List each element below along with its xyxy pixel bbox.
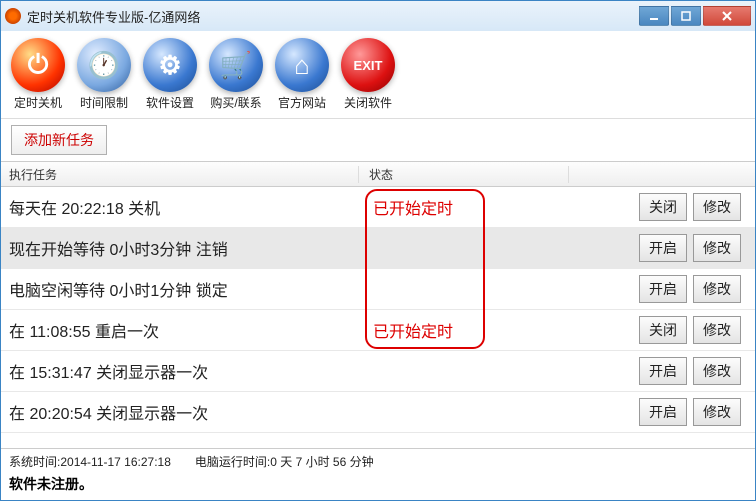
main-toolbar: ⏻ 定时关机 🕐 时间限制 ⚙ 软件设置 🛒 购买/联系 ⌂ 官方网站 EXIT 关闭软件 [1, 31, 755, 119]
tool-settings[interactable]: ⚙ 软件设置 [143, 38, 197, 111]
tool-label: 定时关机 [14, 94, 62, 111]
action-cell: 关闭修改 [569, 316, 755, 344]
register-status: 软件未注册。 [9, 474, 747, 494]
titlebar[interactable]: 定时关机软件专业版-亿通网络 [1, 1, 755, 31]
modify-button[interactable]: 修改 [693, 316, 741, 344]
table-row[interactable]: 现在开始等待 0小时3分钟 注销 开启修改 [1, 228, 755, 269]
action-cell: 关闭修改 [569, 193, 755, 221]
add-task-button[interactable]: 添加新任务 [11, 125, 107, 155]
home-icon: ⌂ [275, 38, 329, 92]
tool-label: 官方网站 [278, 94, 326, 111]
modify-button[interactable]: 修改 [693, 357, 741, 385]
table-row[interactable]: 在 15:31:47 关闭显示器一次 开启修改 [1, 351, 755, 392]
table-row[interactable]: 电脑空闲等待 0小时1分钟 锁定 开启修改 [1, 269, 755, 310]
app-icon [5, 8, 21, 24]
uptime: 电脑运行时间:0 天 7 小时 56 分钟 [195, 453, 374, 470]
disable-button[interactable]: 关闭 [639, 316, 687, 344]
task-text: 电脑空闲等待 0小时1分钟 锁定 [1, 277, 359, 301]
tool-label: 软件设置 [146, 94, 194, 111]
close-button[interactable] [703, 6, 751, 26]
tool-label: 关闭软件 [344, 94, 392, 111]
task-list: 每天在 20:22:18 关机已开始定时关闭修改现在开始等待 0小时3分钟 注销… [1, 187, 755, 448]
minimize-button[interactable] [639, 6, 669, 26]
table-row[interactable]: 在 11:08:55 重启一次已开始定时关闭修改 [1, 310, 755, 351]
power-icon: ⏻ [11, 38, 65, 92]
enable-button[interactable]: 开启 [639, 398, 687, 426]
status-text: 已开始定时 [359, 195, 569, 219]
window-title: 定时关机软件专业版-亿通网络 [27, 7, 639, 26]
enable-button[interactable]: 开启 [639, 275, 687, 303]
cart-icon: 🛒 [209, 38, 263, 92]
tool-buy[interactable]: 🛒 购买/联系 [209, 38, 263, 111]
tool-website[interactable]: ⌂ 官方网站 [275, 38, 329, 111]
action-cell: 开启修改 [569, 357, 755, 385]
sub-toolbar: 添加新任务 [1, 119, 755, 161]
app-window: 定时关机软件专业版-亿通网络 ⏻ 定时关机 🕐 时间限制 ⚙ 软件设置 🛒 购买/联系 ⌂ 官方网… [0, 0, 756, 501]
tool-label: 时间限制 [80, 94, 128, 111]
tool-timelimit[interactable]: 🕐 时间限制 [77, 38, 131, 111]
modify-button[interactable]: 修改 [693, 275, 741, 303]
task-text: 在 20:20:54 关闭显示器一次 [1, 400, 359, 424]
modify-button[interactable]: 修改 [693, 398, 741, 426]
gear-icon: ⚙ [143, 38, 197, 92]
disable-button[interactable]: 关闭 [639, 193, 687, 221]
task-text: 在 11:08:55 重启一次 [1, 318, 359, 342]
header-task: 执行任务 [1, 166, 359, 183]
action-cell: 开启修改 [569, 398, 755, 426]
table-header: 执行任务 状态 [1, 161, 755, 187]
task-text: 在 15:31:47 关闭显示器一次 [1, 359, 359, 383]
table-row[interactable]: 在 20:20:54 关闭显示器一次 开启修改 [1, 392, 755, 433]
task-text: 每天在 20:22:18 关机 [1, 195, 359, 219]
maximize-button[interactable] [671, 6, 701, 26]
action-cell: 开启修改 [569, 234, 755, 262]
modify-button[interactable]: 修改 [693, 234, 741, 262]
systime: 系统时间:2014-11-17 16:27:18 [9, 453, 171, 470]
enable-button[interactable]: 开启 [639, 357, 687, 385]
tool-exit[interactable]: EXIT 关闭软件 [341, 38, 395, 111]
table-row[interactable]: 每天在 20:22:18 关机已开始定时关闭修改 [1, 187, 755, 228]
window-controls [639, 6, 751, 26]
status-bar: 系统时间:2014-11-17 16:27:18 电脑运行时间:0 天 7 小时… [1, 448, 755, 500]
tool-shutdown[interactable]: ⏻ 定时关机 [11, 38, 65, 111]
header-status: 状态 [359, 166, 569, 183]
tool-label: 购买/联系 [210, 94, 261, 111]
enable-button[interactable]: 开启 [639, 234, 687, 262]
action-cell: 开启修改 [569, 275, 755, 303]
modify-button[interactable]: 修改 [693, 193, 741, 221]
exit-icon: EXIT [341, 38, 395, 92]
task-text: 现在开始等待 0小时3分钟 注销 [1, 236, 359, 260]
clock-icon: 🕐 [77, 38, 131, 92]
status-text: 已开始定时 [359, 318, 569, 342]
